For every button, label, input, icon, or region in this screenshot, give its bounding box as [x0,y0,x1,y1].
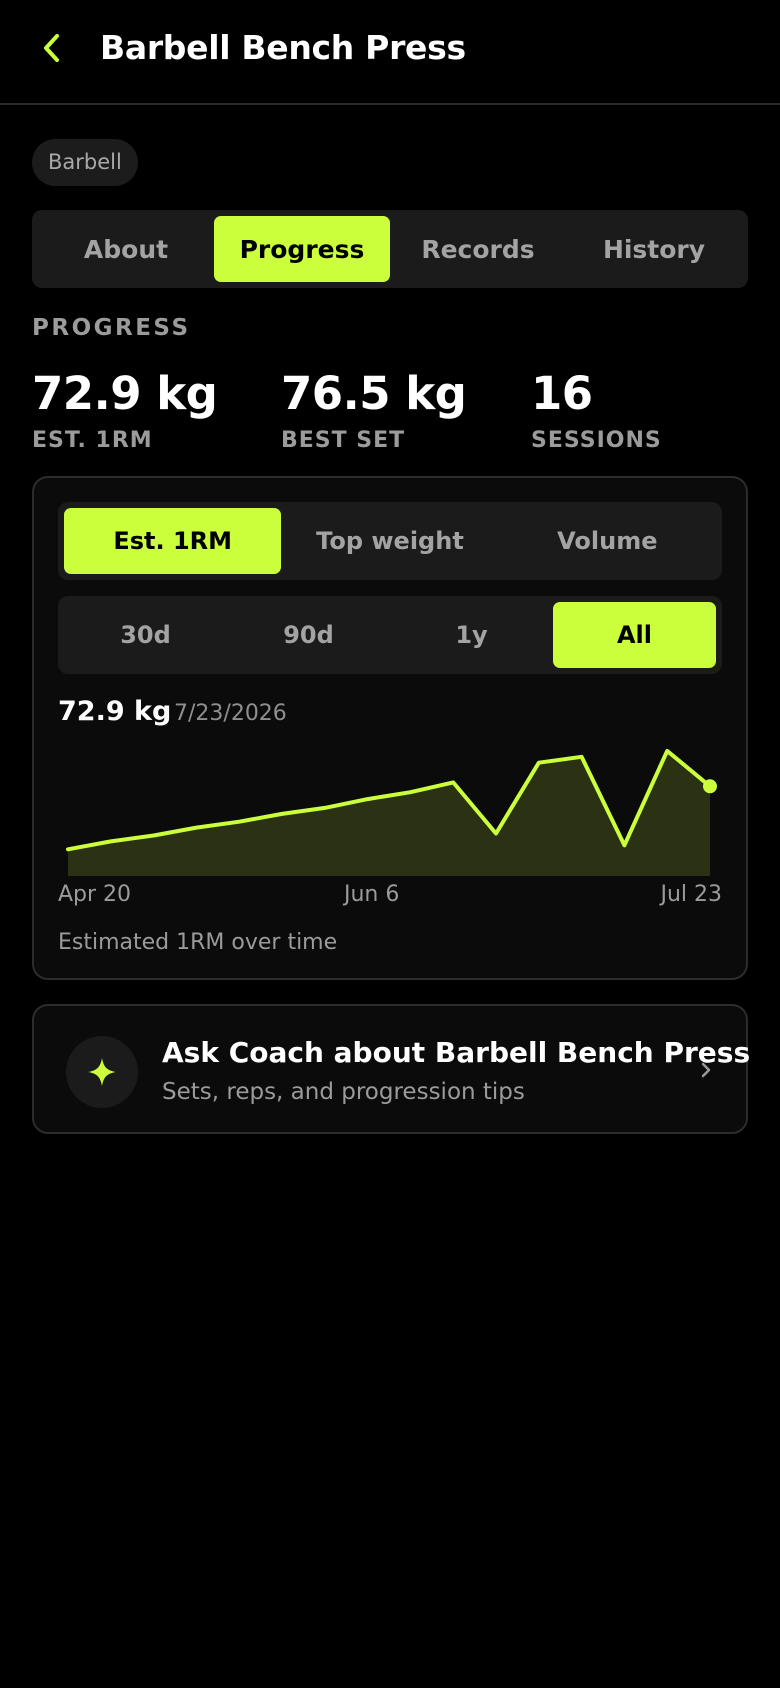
chevron-left-icon [44,34,59,62]
stat-best-set: 76.5 kg BEST SET [281,366,467,453]
chart-point [323,806,327,810]
equipment-chip: Barbell [32,139,138,186]
stat-label: BEST SET [281,428,406,453]
current-date: 7/23/2026 [174,701,287,726]
section-label: PROGRESS [32,315,191,341]
chart-area [68,750,710,876]
x-tick-label: Jun 6 [344,882,400,907]
metric-est-1rm[interactable]: Est. 1RM [64,508,282,574]
chart-point [194,826,198,830]
coach-icon-container [66,1036,138,1108]
chart-point [66,847,70,851]
stat-label: EST. 1RM [32,428,153,453]
page-title: Barbell Bench Press [100,28,466,67]
sparkle-icon [88,1058,116,1086]
chart-point [665,749,669,753]
chart-point-current [703,779,717,794]
chart-point [494,832,498,836]
current-value: 72.9 kg [58,696,172,727]
stat-est-1rm: 72.9 kg EST. 1RM [32,366,218,453]
metric-selector: Est. 1RM Top weight Volume [58,502,722,580]
back-button[interactable] [34,26,70,70]
chart-point [237,820,241,824]
range-90d[interactable]: 90d [227,602,390,668]
chart-point [152,834,156,838]
stat-value: 72.9 kg [32,367,218,420]
stat-sessions: 16 SESSIONS [531,366,662,453]
range-30d[interactable]: 30d [64,602,227,668]
metric-top-weight[interactable]: Top weight [281,508,498,574]
stat-label: SESSIONS [531,428,662,453]
ask-coach-card[interactable]: Ask Coach about Barbell Bench Press Sets… [32,1004,751,1134]
chart-point [622,843,626,847]
chevron-right-icon [696,1054,716,1086]
tab-records[interactable]: Records [390,216,566,282]
coach-title: Ask Coach about Barbell Bench Press [162,1036,751,1069]
range-1y[interactable]: 1y [390,602,553,668]
x-tick-label: Jul 23 [660,882,722,907]
chart-point [451,780,455,784]
chart-point [408,790,412,794]
chart-caption: Estimated 1RM over time [58,930,338,955]
range-all[interactable]: All [553,602,716,668]
chart-point [109,839,113,843]
chart-point [580,755,584,759]
chart-point [280,812,284,816]
coach-subtitle: Sets, reps, and progression tips [162,1079,525,1105]
tab-bar: About Progress Records History [32,210,748,288]
tab-progress[interactable]: Progress [214,216,390,282]
tab-history[interactable]: History [566,216,742,282]
stat-value: 76.5 kg [281,367,467,420]
progress-chart[interactable] [58,738,722,878]
tab-about[interactable]: About [38,216,214,282]
metric-volume[interactable]: Volume [499,508,716,574]
chart-point [537,761,541,765]
header: Barbell Bench Press [0,0,780,105]
x-tick-label: Apr 20 [58,882,132,907]
chart-point [366,797,370,801]
range-selector: 30d 90d 1y All [58,596,722,674]
progress-chart-card: Est. 1RM Top weight Volume 30d 90d 1y Al… [32,476,748,980]
stat-value: 16 [531,367,593,420]
